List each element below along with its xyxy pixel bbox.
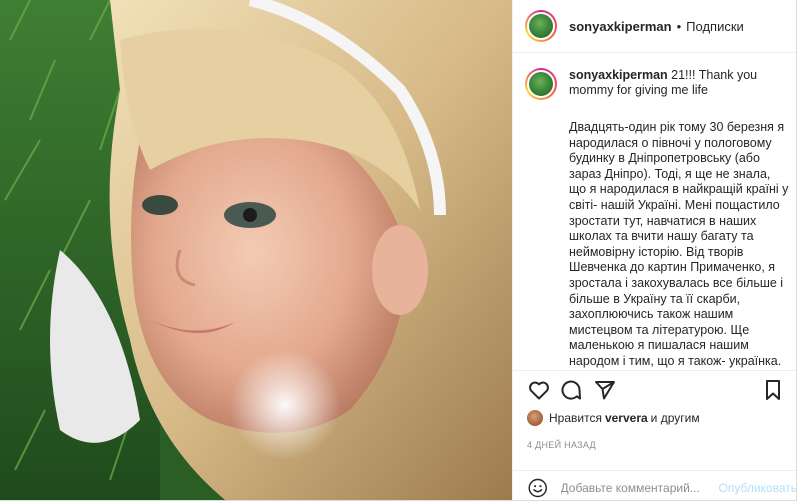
caption-body: Двадцять-один рік тому 30 березня я наро… (569, 120, 789, 368)
post-photo[interactable] (0, 0, 512, 500)
likes-suffix[interactable]: и другим (651, 411, 700, 425)
caption-author-avatar[interactable] (525, 68, 557, 100)
liker-avatar[interactable] (527, 410, 543, 426)
post-header: sonyaxkiperman • Подписки (513, 0, 796, 53)
comment-icon[interactable] (559, 378, 583, 402)
comment-input[interactable] (558, 480, 713, 496)
post-caption: sonyaxkiperman 21!!! Thank you mommy for… (513, 52, 796, 370)
portrait-image (0, 0, 512, 500)
post-actions-bar (513, 370, 796, 407)
likes-prefix: Нравится (549, 411, 602, 425)
author-avatar[interactable] (525, 10, 557, 42)
header-separator: • (676, 18, 682, 34)
paper-plane-icon[interactable] (593, 378, 617, 402)
post-timestamp[interactable]: 4 ДНЕЙ НАЗАД (527, 440, 596, 450)
caption-username[interactable]: sonyaxkiperman (569, 68, 668, 82)
liker-username[interactable]: ververa (605, 411, 648, 425)
author-username[interactable]: sonyaxkiperman (569, 19, 672, 34)
publish-button[interactable]: Опубликовать (719, 481, 796, 495)
caption-lead: sonyaxkiperman 21!!! Thank you mommy for… (569, 68, 779, 100)
post-sidebar: sonyaxkiperman • Подписки sonyaxkiperman… (512, 0, 796, 500)
add-comment-bar: Опубликовать (513, 470, 796, 500)
smiley-icon[interactable] (527, 477, 549, 499)
instagram-post-modal: sonyaxkiperman • Подписки sonyaxkiperman… (0, 0, 797, 501)
likes-summary: Нравится ververa и другим (527, 410, 700, 426)
following-button[interactable]: Подписки (686, 19, 744, 34)
bookmark-icon[interactable] (761, 378, 785, 402)
heart-icon[interactable] (527, 378, 551, 402)
